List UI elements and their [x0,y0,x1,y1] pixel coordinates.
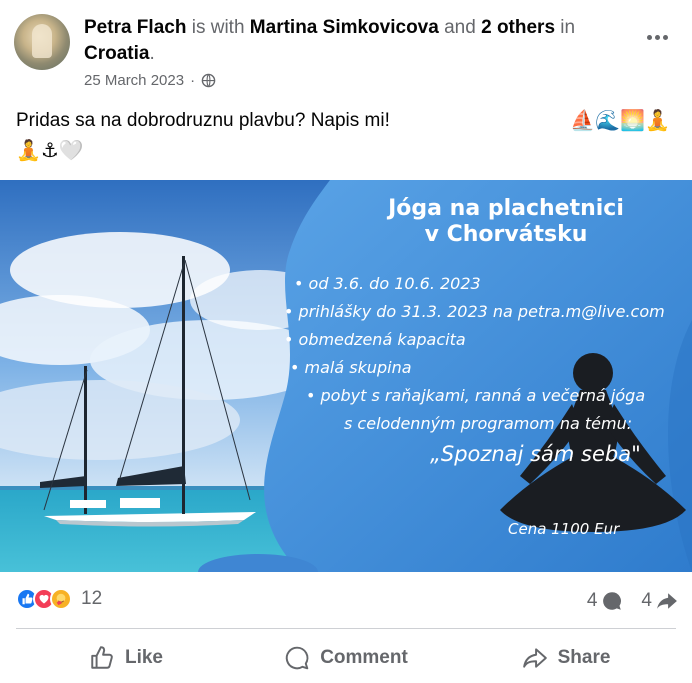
image-headline-line1: Jóga na plachetnici [388,196,624,221]
place-link[interactable]: Croatia [84,43,149,64]
avatar-photo [32,24,52,58]
image-bullets: • od 3.6. do 10.6. 2023 • prihlášky do 3… [284,270,665,438]
comment-icon [286,646,309,670]
in-text: in [555,17,576,38]
and-text: and [438,17,482,38]
reaction-summary[interactable]: 12 [16,588,102,610]
comment-button[interactable]: Comment [236,636,456,680]
image-price: Cena 1100 Eur [508,520,620,538]
shares-counter[interactable]: 4 [641,590,678,612]
comments-counter[interactable]: 4 [587,590,624,612]
share-arrow-icon [657,593,677,609]
image-quote: „Spoznaj sám seba" [430,442,641,466]
image-bullet: • od 3.6. do 10.6. 2023 [294,274,481,293]
dot-icon [646,34,652,40]
comment-bubble-icon [603,592,622,610]
comment-label: Comment [320,647,408,668]
image-bullet: s celodenným programom na tému: [344,414,633,433]
dot-icon [662,34,668,40]
more-options-button[interactable] [640,24,674,50]
image-bullet: • pobyt s raňajkami, ranná a večerná jóg… [306,386,646,405]
post-emojis: ⛵🌊🌅🧘 [570,110,670,132]
image-bullet: • malá skupina [290,358,412,377]
care-icon [50,588,72,610]
image-headline-line2: v Chorvátsku [424,222,588,247]
post-meta: 25 March 2023 · [84,72,216,89]
meta-separator: · [190,72,196,89]
comments-count: 4 [586,590,598,611]
post-date[interactable]: 25 March 2023 [84,72,184,89]
globe-icon[interactable] [201,73,216,88]
author-name[interactable]: Petra Flach [84,17,186,38]
avatar[interactable] [14,14,70,70]
action-bar: Like Comment Share [16,636,676,680]
reactions-count: 12 [81,588,103,609]
share-icon [522,648,547,668]
tagged-person[interactable]: Martina Simkovicova [250,17,439,38]
others-link[interactable]: 2 others [481,17,555,38]
engagement-counts: 4 4 [587,590,678,612]
image-bullet: • prihlášky do 31.3. 2023 na petra.m@liv… [284,302,665,321]
post-image[interactable]: Jóga na plachetnici v Chorvátsku • od 3.… [0,180,692,572]
post-header: Petra Flach is with Martina Simkovicova … [14,12,678,92]
image-bullet: • obmedzená kapacita [284,330,466,349]
shares-count: 4 [641,590,652,611]
thumbs-up-icon [91,646,113,669]
dot-icon [654,34,660,40]
post-title: Petra Flach is with Martina Simkovicova … [84,15,624,67]
like-button[interactable]: Like [16,636,236,680]
with-text: is with [186,17,250,38]
divider [16,628,676,629]
share-label: Share [557,647,611,668]
post-emojis-second-line: 🧘⚓🤍 [16,140,84,162]
like-label: Like [124,647,164,668]
image-headline: Jóga na plachetnici v Chorvátsku [320,196,692,248]
period: . [149,43,155,64]
share-button[interactable]: Share [456,636,676,680]
